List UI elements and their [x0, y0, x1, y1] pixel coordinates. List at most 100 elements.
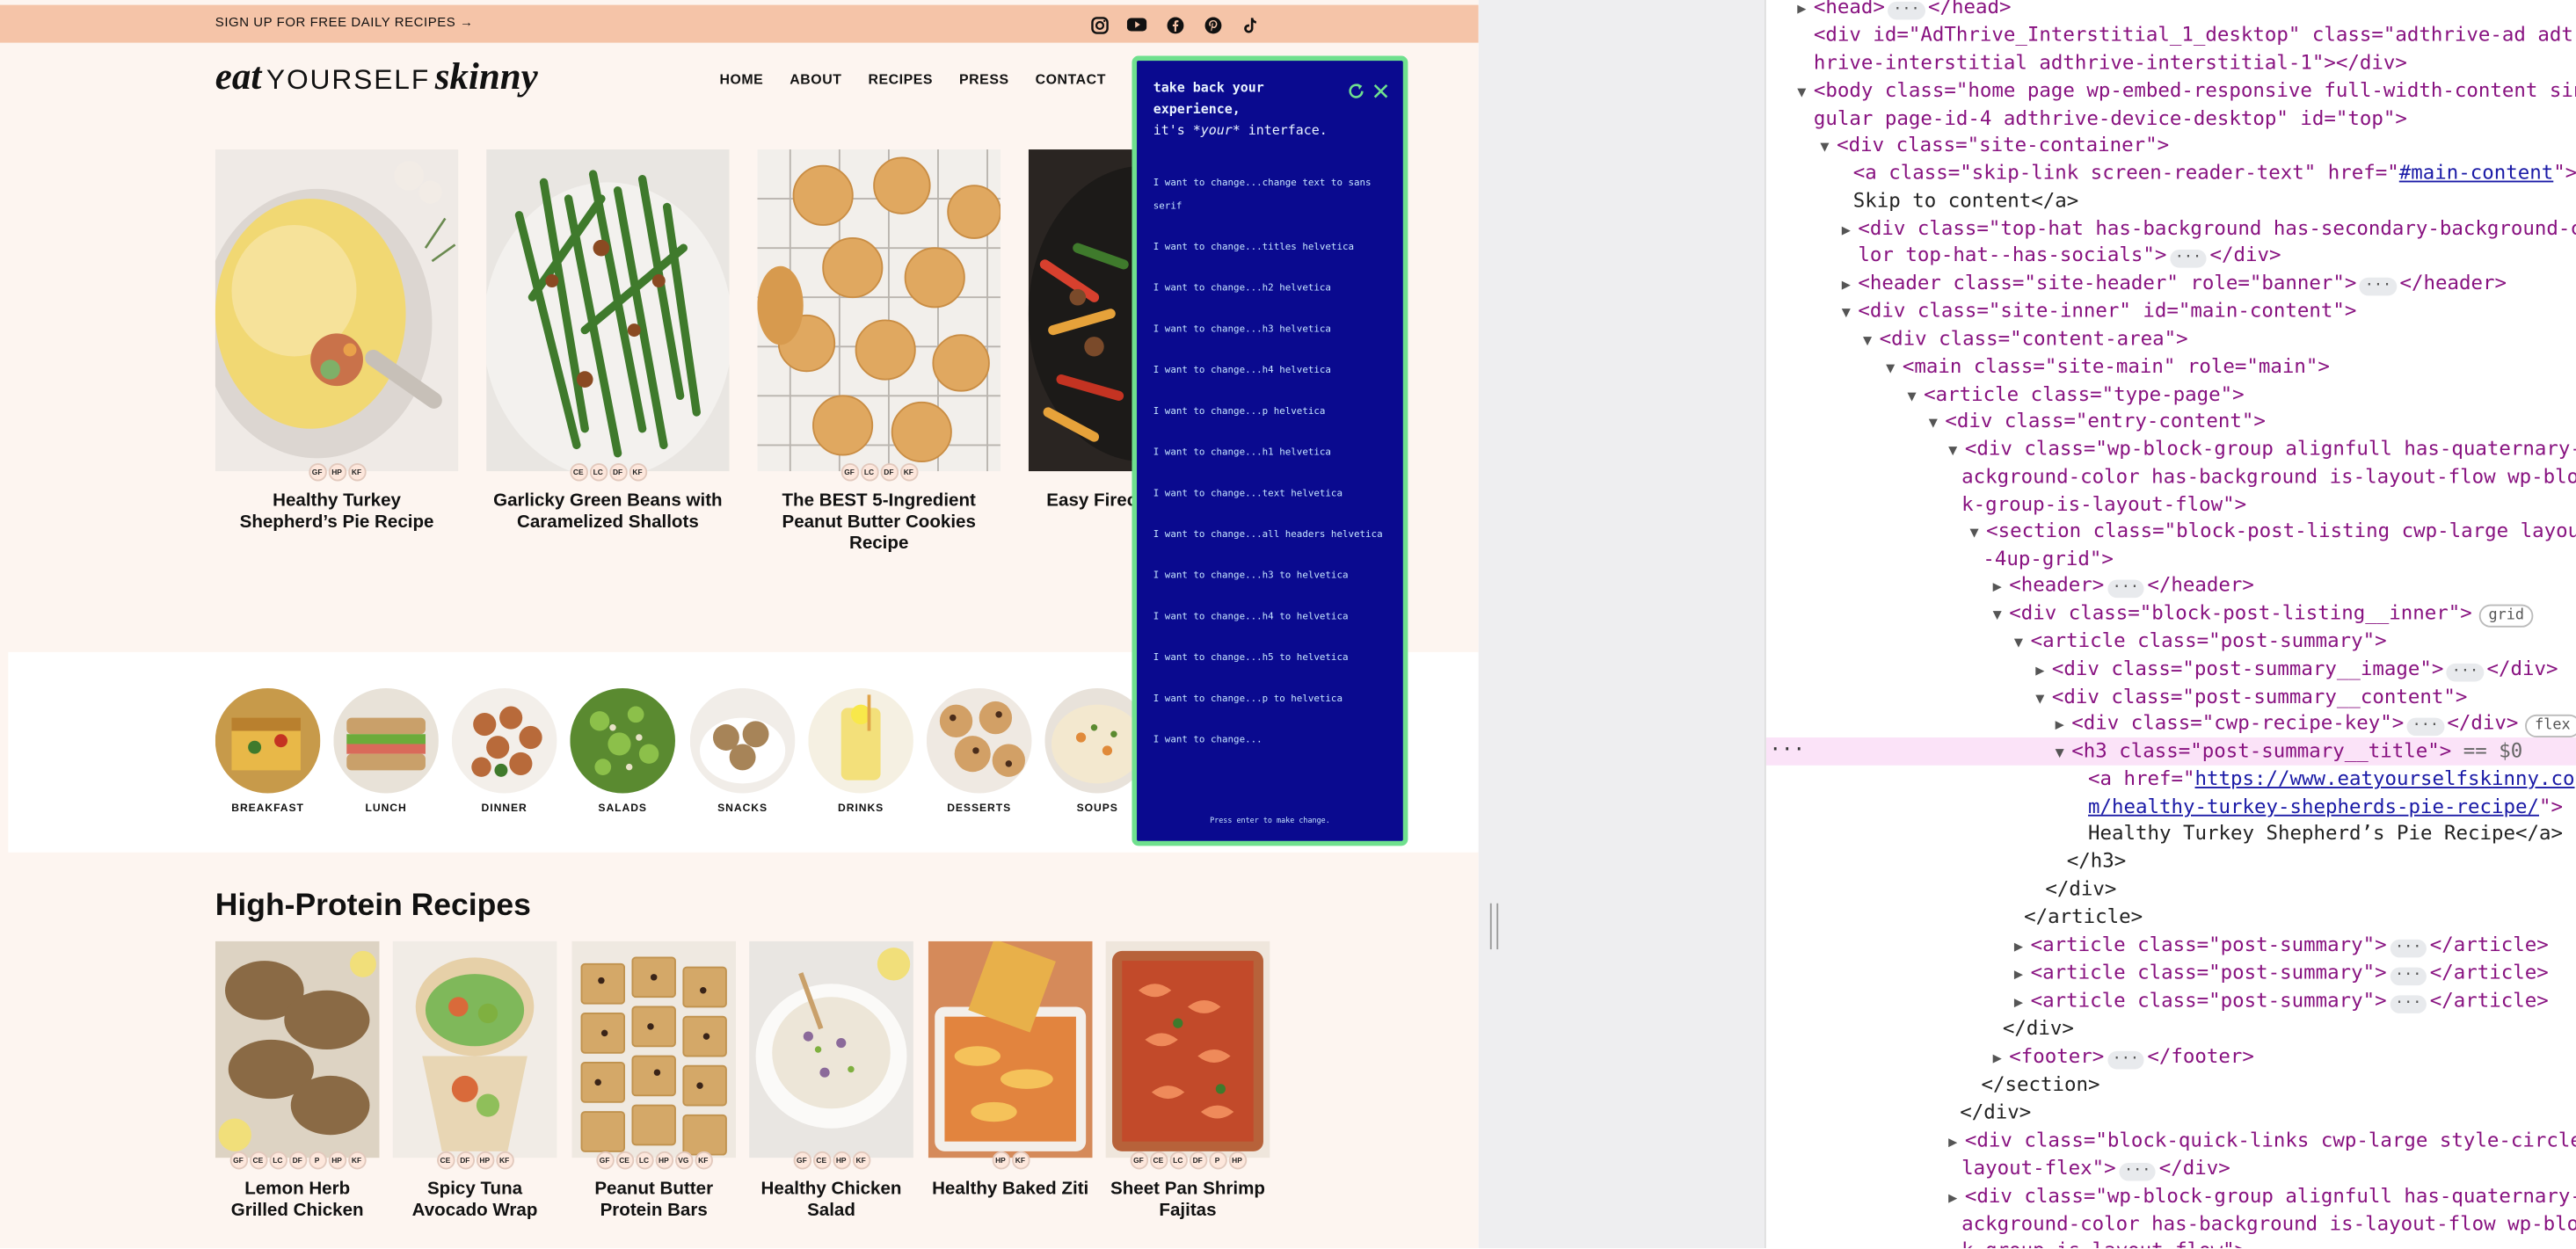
quick-link-desserts[interactable]: DESSERTS [926, 687, 1032, 815]
expand-triangle[interactable]: ▼ [1886, 356, 1903, 384]
overlay-history-item[interactable]: I want to change...h4 to helvetica [1153, 606, 1384, 629]
dom-node[interactable]: ▼ <section class="block-post-listing cwp-… [1969, 518, 2576, 546]
post-image[interactable] [486, 149, 730, 472]
overlay-history-item[interactable]: I want to change...text helvetica [1153, 483, 1384, 505]
dom-node[interactable]: ▶ <head> ··· </head> [1797, 0, 2012, 21]
dom-node[interactable]: ▶ <header> ··· </header> [1993, 571, 2254, 599]
post-title[interactable]: Healthy Baked Ziti [928, 1180, 1093, 1201]
grid-badge[interactable]: grid [2478, 604, 2535, 628]
dom-node[interactable]: ▶ <div class="cwp-recipe-key"> ··· </div> fl… [2056, 709, 2576, 738]
nav-recipes[interactable]: RECIPES [868, 70, 933, 87]
dom-node[interactable]: ▼ <article class="post-summary"> [2014, 628, 2387, 656]
dom-node[interactable]: ▼ <div class="wp-block-group alignfull ha… [1948, 435, 2576, 463]
dom-node[interactable]: ▼ <article class="type-page"> [1907, 381, 2244, 410]
expand-triangle[interactable]: ▶ [1797, 0, 1814, 25]
expand-triangle[interactable]: ▶ [2014, 934, 2031, 962]
post-title[interactable]: Healthy Turkey Shepherd’s Pie Recipe [215, 491, 459, 534]
nav-press[interactable]: PRESS [959, 70, 1009, 87]
collapsed-ellipsis[interactable]: ··· [2107, 1050, 2144, 1070]
expand-triangle[interactable]: ▼ [2014, 631, 2031, 659]
high-protein-card[interactable]: GF CE HP KF Healthy Chicken Salad [749, 940, 913, 1237]
dom-node[interactable]: ▼ <div class="block-post-listing__inner">… [1993, 599, 2535, 628]
quick-link-snacks[interactable]: SNACKS [689, 687, 796, 815]
high-protein-card[interactable]: GF CE LC HP VG KF Peanut Butter Protein … [571, 940, 737, 1237]
expand-triangle[interactable]: ▶ [1842, 219, 1859, 247]
post-title[interactable]: Sheet Pan Shrimp Fajitas [1106, 1180, 1270, 1223]
high-protein-card[interactable]: GF CE LC DF P HP KF Lemon Herb Grilled C… [215, 940, 380, 1237]
expand-triangle[interactable]: ▼ [1907, 384, 1924, 412]
quick-link-breakfast[interactable]: BREAKFAST [215, 687, 321, 815]
tiktok-icon[interactable] [1237, 11, 1263, 38]
flex-badge[interactable]: flex [2524, 714, 2576, 738]
overlay-history-item[interactable]: I want to change...h4 helvetica [1153, 359, 1384, 382]
pinterest-icon[interactable] [1199, 11, 1226, 38]
overlay-history-item[interactable]: I want to change...h1 helvetica [1153, 442, 1384, 465]
quick-link-drinks[interactable]: DRINKS [808, 687, 913, 815]
dom-link[interactable]: m/healthy-turkey-shepherds-pie-recipe/ [2088, 795, 2539, 817]
featured-post-card[interactable]: GF LC DF KF The BEST 5-Ingredient Peanut… [757, 149, 1001, 560]
featured-post-card[interactable]: GF HP KF Healthy Turkey Shepherd’s Pie R… [215, 149, 459, 560]
expand-triangle[interactable]: ▼ [1969, 520, 1986, 548]
overlay-history-item[interactable]: I want to change...p helvetica [1153, 401, 1384, 424]
collapsed-ellipsis[interactable]: ··· [2390, 967, 2427, 986]
post-image[interactable] [757, 149, 1001, 472]
quick-link-salads[interactable]: SALADS [570, 687, 675, 815]
collapsed-ellipsis[interactable]: ··· [2407, 717, 2444, 737]
post-image[interactable] [392, 940, 557, 1158]
dom-node[interactable]: <a href="https://www.eatyourselfskinny.c… [2088, 766, 2575, 794]
dom-link[interactable]: https://www.eatyourselfskinny.co [2195, 767, 2575, 790]
expand-triangle[interactable]: ▶ [1993, 1046, 2010, 1074]
expand-triangle[interactable]: ▶ [2035, 658, 2052, 686]
facebook-icon[interactable] [1161, 11, 1188, 38]
high-protein-card[interactable]: CE DF HP KF Spicy Tuna Avocado Wrap [392, 940, 557, 1237]
high-protein-card[interactable]: GF CE LC DF P HP Sheet Pan Shrimp Fajita… [1105, 940, 1270, 1237]
expand-triangle[interactable]: ▼ [1948, 439, 1965, 467]
expand-triangle[interactable]: ▶ [1948, 1186, 1965, 1214]
expand-triangle[interactable]: ▶ [2014, 962, 2031, 991]
post-title[interactable]: Spicy Tuna Avocado Wrap [393, 1180, 557, 1223]
dom-node[interactable]: <a class="skip-link screen-reader-text" … [1853, 159, 2576, 187]
dom-node[interactable]: ▶ <div class="post-summary__image"> ··· </d… [2035, 656, 2558, 684]
expand-triangle[interactable]: ▼ [1797, 81, 1814, 109]
overlay-history-item[interactable]: I want to change...h3 to helvetica [1153, 565, 1384, 588]
node-actions-menu[interactable]: ··· [1769, 737, 1805, 760]
expand-triangle[interactable]: ▶ [1842, 272, 1859, 301]
overlay-history-item[interactable]: I want to change...h2 helvetica [1153, 278, 1384, 301]
dom-node[interactable]: <div id="AdThrive_Interstitial_1_desktop… [1814, 21, 2573, 49]
dom-node[interactable]: ▼ <body class="home page wp-embed-respons… [1797, 77, 2576, 105]
dom-node[interactable]: ▶ <header class="site-header" role="banne… [1842, 269, 2507, 297]
close-icon[interactable] [1372, 76, 1390, 107]
dom-node[interactable]: ▶ <div class="block-quick-links cwp-large… [1948, 1127, 2576, 1155]
expand-triangle[interactable]: ▼ [1993, 603, 2010, 631]
expand-triangle[interactable]: ▼ [1820, 134, 1837, 163]
dom-node[interactable]: ▼ <div class="site-inner" id="main-conten… [1842, 297, 2357, 325]
overlay-history-item[interactable]: I want to change...change text to sans s… [1153, 172, 1384, 218]
dom-link[interactable]: #main-content [2399, 161, 2554, 184]
expand-triangle[interactable]: ▶ [1993, 575, 2010, 603]
dom-node[interactable]: ▼ <div class="entry-content"> [1929, 407, 2266, 435]
collapsed-ellipsis[interactable]: ··· [2107, 579, 2144, 599]
dom-node-selected[interactable]: ▼ <h3 class="post-summary__title"> == $0 [2056, 737, 2523, 766]
collapsed-ellipsis[interactable]: ··· [2390, 939, 2427, 958]
collapsed-ellipsis[interactable]: ··· [2360, 277, 2397, 296]
post-image[interactable] [1028, 149, 1134, 472]
resize-handle[interactable] [1489, 903, 1499, 950]
nav-home[interactable]: HOME [719, 70, 763, 87]
signup-link[interactable]: SIGN UP FOR FREE DAILY RECIPES → [215, 15, 474, 30]
high-protein-card[interactable]: HP KF Healthy Baked Ziti [928, 940, 1093, 1237]
dom-node[interactable]: ▶ <footer> ··· </footer> [1993, 1043, 2254, 1071]
dom-node[interactable]: ▶ <div class="top-hat has-background has-… [1842, 215, 2576, 243]
collapsed-ellipsis[interactable]: ··· [1888, 1, 1925, 20]
expand-triangle[interactable]: ▼ [1863, 329, 1880, 357]
youtube-icon[interactable] [1124, 11, 1150, 38]
post-image[interactable] [571, 940, 737, 1158]
collapsed-ellipsis[interactable]: ··· [2390, 995, 2427, 1013]
dom-node[interactable]: ▼ <div class="post-summary__content"> [2035, 683, 2467, 711]
post-image[interactable] [215, 940, 380, 1158]
expand-triangle[interactable]: ▼ [1842, 301, 1859, 329]
overlay-history-item[interactable]: I want to change...all headers helvetica [1153, 524, 1384, 547]
dom-node[interactable]: ▶ <article class="post-summary"> ··· </arti… [2014, 959, 2549, 987]
dom-node[interactable]: ▶ <div class="wp-block-group alignfull ha… [1948, 1182, 2576, 1210]
post-image[interactable] [215, 149, 459, 472]
overlay-history-item[interactable]: I want to change...h3 helvetica [1153, 319, 1384, 342]
